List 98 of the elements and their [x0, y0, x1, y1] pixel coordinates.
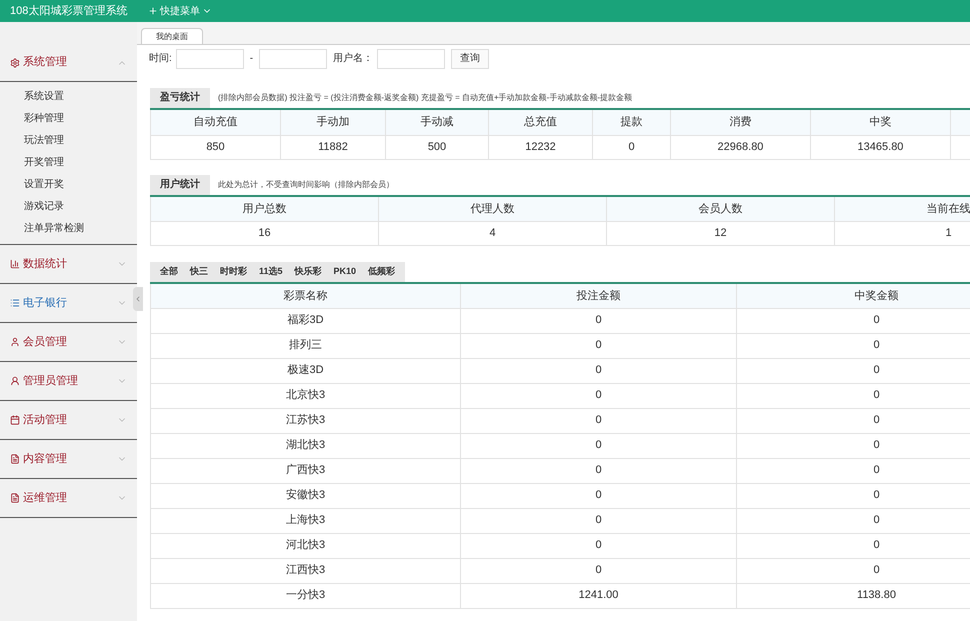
table-cell: 0 [460, 533, 736, 558]
lottery-tab[interactable]: 快乐彩 [288, 265, 328, 279]
sidebar-section-label: 系统管理 [23, 54, 67, 70]
table-cell: 13465.80 [810, 135, 950, 159]
sidebar-section-label: 数据统计 [23, 256, 67, 272]
bar-chart-icon [10, 259, 20, 269]
sidebar-section-label: 管理员管理 [23, 374, 78, 389]
table-cell: 江西快3 [150, 558, 460, 583]
sidebar-section-label: 运维管理 [23, 490, 67, 506]
column-header: 会员人数 [606, 196, 834, 222]
table-cell: 0 [460, 408, 736, 433]
app-title: 108太阳城彩票管理系统 [9, 4, 128, 19]
sidebar-item[interactable]: 开奖管理 [0, 152, 137, 174]
table-cell: 0 [460, 458, 736, 483]
separator: - [250, 52, 254, 66]
user-icon [10, 337, 20, 347]
sidebar-item[interactable]: 彩种管理 [0, 108, 137, 130]
sidebar-section-label: 电子银行 [23, 296, 67, 311]
column-header: 投注金额 [460, 283, 736, 308]
table-cell: 0 [460, 333, 736, 358]
collapse-handle[interactable] [133, 287, 143, 311]
table-cell: 850 [150, 135, 280, 159]
table-cell: 0 [460, 358, 736, 383]
lottery-tab[interactable]: 时时彩 [214, 265, 253, 279]
column-header: 消费 [670, 109, 810, 135]
table-cell: 0 [460, 308, 736, 333]
table-cell: 广西快3 [150, 458, 460, 483]
page-tab[interactable]: 我的桌面 [141, 28, 203, 44]
table-cell: 0 [460, 383, 736, 408]
profit-note: (排除内部会员数据) 投注盈亏 = (投注消费金额-返奖金额) 充提盈亏 = 自动充值+手动加款金额-手动减款金额-提款金额 [218, 92, 632, 104]
start-time-field[interactable] [176, 48, 244, 68]
username-field[interactable] [377, 48, 446, 68]
table-cell: 河北快3 [150, 533, 460, 558]
sidebar-section-label: 活动管理 [23, 412, 67, 428]
end-time-field[interactable] [259, 48, 328, 68]
sidebar-section[interactable]: 活动管理 [0, 401, 137, 439]
table-cell: 0 [592, 135, 670, 159]
sidebar-item[interactable]: 游戏记录 [0, 196, 137, 218]
table-cell: 一分快3 [150, 583, 460, 608]
table-cell: 排列三 [150, 333, 460, 358]
table-cell: 0 [460, 508, 736, 533]
column-header: 提款 [592, 109, 670, 135]
table-cell: 北京快3 [150, 383, 460, 408]
table-cell: 1241.00 [460, 583, 736, 608]
table-cell: 22968.80 [670, 135, 810, 159]
sidebar-item[interactable]: 注单异常检测 [0, 218, 137, 240]
query-button[interactable]: 查询 [451, 48, 490, 68]
table-cell: 安徽快3 [150, 483, 460, 508]
sidebar-section-label: 内容管理 [23, 452, 67, 467]
gear-icon [10, 58, 20, 68]
chevron-left-icon [134, 295, 142, 303]
column-header: 手动加 [280, 109, 386, 135]
document-icon [10, 493, 20, 503]
time-label: 时间: [149, 52, 172, 66]
lottery-tab[interactable]: PK10 [328, 265, 362, 279]
calendar-icon [10, 415, 20, 425]
sidebar-item[interactable]: 玩法管理 [0, 130, 137, 152]
table-cell: 0 [460, 483, 736, 508]
sidebar-item[interactable]: 设置开奖 [0, 174, 137, 196]
sidebar-section[interactable]: 电子银行 [0, 284, 137, 322]
table-cell: 16 [150, 222, 378, 246]
lottery-tab[interactable]: 全部 [154, 265, 184, 279]
table-cell: 12232 [488, 135, 592, 159]
column-header: 总充值 [488, 109, 592, 135]
table-cell: 上海快3 [150, 508, 460, 533]
document-icon [10, 454, 20, 464]
users-note: 此处为总计，不受查询时间影响（排除内部会员） [218, 178, 394, 190]
user-icon [10, 376, 20, 386]
list-icon [10, 298, 20, 308]
table-cell: 500 [386, 135, 488, 159]
table-cell: 江苏快3 [150, 408, 460, 433]
column-header: 自动充值 [150, 109, 280, 135]
sidebar-section[interactable]: 管理员管理 [0, 362, 137, 400]
username-label: 用户名： [333, 52, 374, 66]
column-header: 中奖 [810, 109, 950, 135]
table-cell: 0 [460, 433, 736, 458]
table-cell: 4 [378, 222, 606, 246]
plus-icon [148, 6, 158, 16]
sidebar-section[interactable]: 运维管理 [0, 479, 137, 517]
table-cell: 11882 [280, 135, 386, 159]
lottery-tab[interactable]: 低频彩 [362, 265, 402, 279]
sidebar-section[interactable]: 系统管理 [0, 44, 137, 82]
column-header: 手动减 [386, 109, 488, 135]
sidebar-section[interactable]: 会员管理 [0, 323, 137, 361]
sidebar-item[interactable]: 系统设置 [0, 86, 137, 108]
table-cell: 0 [460, 558, 736, 583]
column-header: 彩票名称 [150, 283, 460, 308]
table-cell: 福彩3D [150, 308, 460, 333]
column-header: 用户总数 [150, 196, 378, 222]
table-cell: 极速3D [150, 358, 460, 383]
lottery-tab[interactable]: 快三 [184, 265, 214, 279]
lottery-tab[interactable]: 11选5 [253, 265, 289, 279]
sidebar-section[interactable]: 数据统计 [0, 245, 137, 283]
table-cell: 12 [606, 222, 834, 246]
table-cell: 湖北快3 [150, 433, 460, 458]
sidebar-section-label: 会员管理 [23, 334, 67, 350]
sidebar-section[interactable]: 内容管理 [0, 440, 137, 478]
column-header: 代理人数 [378, 196, 606, 222]
